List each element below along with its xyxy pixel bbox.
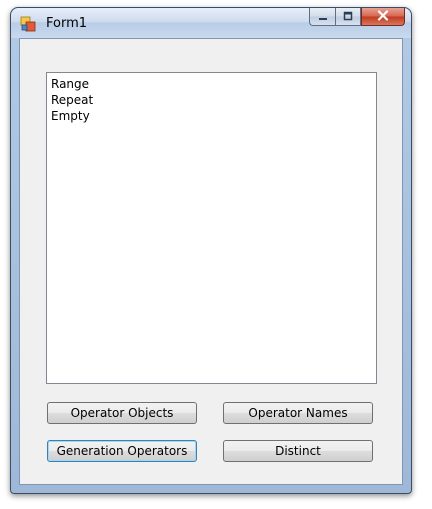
form1-window: Form1 Range Repeat Empty Operator Object…: [10, 7, 412, 494]
close-icon: [377, 9, 389, 24]
list-item[interactable]: Repeat: [51, 92, 372, 108]
form-client-area: Range Repeat Empty Operator Objects Oper…: [19, 38, 403, 485]
distinct-button[interactable]: Distinct: [223, 440, 373, 462]
close-button[interactable]: [361, 8, 405, 26]
minimize-button[interactable]: [309, 8, 335, 26]
maximize-button[interactable]: [335, 8, 361, 26]
list-item[interactable]: Range: [51, 76, 372, 92]
operator-names-button[interactable]: Operator Names: [223, 402, 373, 424]
operators-listbox[interactable]: Range Repeat Empty: [46, 72, 377, 384]
list-item[interactable]: Empty: [51, 108, 372, 124]
form-app-icon[interactable]: [20, 16, 36, 32]
minimize-icon: [318, 10, 328, 24]
window-title: Form1: [46, 16, 88, 31]
maximize-icon: [343, 10, 353, 24]
operator-objects-button[interactable]: Operator Objects: [47, 402, 197, 424]
title-bar[interactable]: Form1: [11, 8, 411, 38]
caption-buttons: [309, 8, 405, 28]
generation-operators-button[interactable]: Generation Operators: [47, 440, 197, 462]
